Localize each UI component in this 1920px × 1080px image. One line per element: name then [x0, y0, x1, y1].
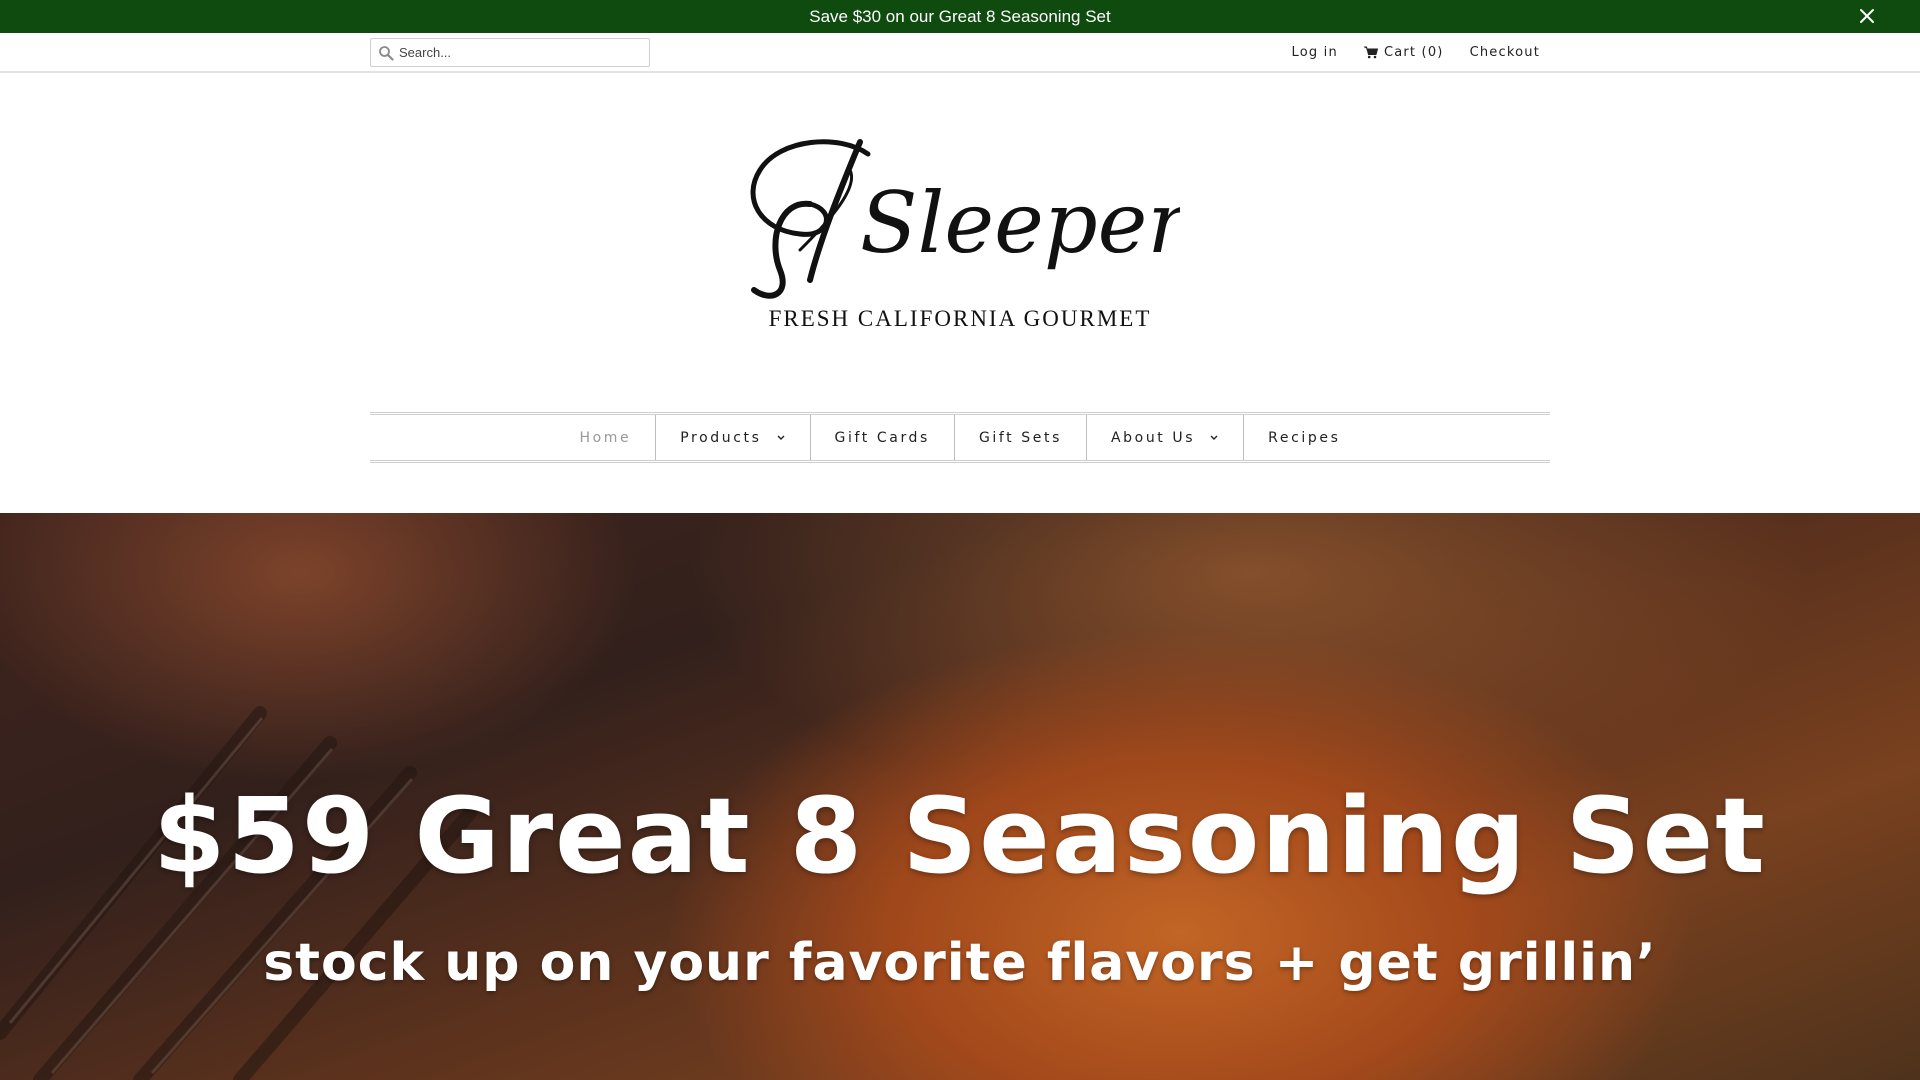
main-nav: Home Products Gift Cards Gift Sets About…: [370, 412, 1550, 463]
nav-item-label: Gift Cards: [834, 429, 930, 446]
nav-item-label: Products: [680, 429, 762, 446]
chevron-down-icon: [1210, 435, 1218, 440]
hero-title: $59 Great 8 Seasoning Set: [153, 775, 1767, 897]
logo-script-text: Sleepers: [860, 174, 1180, 272]
cart-link[interactable]: Cart (0): [1363, 44, 1444, 60]
nav-item-label: Home: [579, 429, 632, 446]
top-utility-bar: Log in Cart (0) Checkout: [0, 33, 1920, 73]
chevron-down-icon: [777, 435, 785, 440]
nav-item-label: Gift Sets: [978, 429, 1062, 446]
nav-item-recipes[interactable]: Recipes: [1244, 415, 1364, 460]
nav-item-home[interactable]: Home: [556, 415, 657, 460]
nav-item-label: Recipes: [1268, 429, 1341, 446]
search-box[interactable]: [370, 38, 650, 67]
close-icon[interactable]: [1856, 5, 1878, 27]
cart-icon: [1363, 46, 1378, 59]
announcement-text[interactable]: Save $30 on our Great 8 Seasoning Set: [809, 7, 1110, 27]
nav-item-products[interactable]: Products: [656, 415, 811, 460]
search-input[interactable]: [399, 45, 649, 60]
logo-script: Sleepers: [750, 139, 1180, 299]
site-logo[interactable]: Sleepers FRESH CALIFORNIA GOURMET: [740, 130, 1180, 340]
cart-label: Cart (0): [1383, 44, 1444, 60]
hero-banner[interactable]: $59 Great 8 Seasoning Set stock up on yo…: [0, 513, 1920, 1080]
nav-item-about-us[interactable]: About Us: [1087, 415, 1245, 460]
announcement-bar: Save $30 on our Great 8 Seasoning Set: [0, 0, 1920, 33]
login-link[interactable]: Log in: [1292, 45, 1338, 60]
nav-item-label: About Us: [1110, 429, 1196, 446]
nav-item-gift-cards[interactable]: Gift Cards: [811, 415, 955, 460]
nav-item-gift-sets[interactable]: Gift Sets: [955, 415, 1087, 460]
account-links: Log in Cart (0) Checkout: [1292, 33, 1540, 71]
search-icon: [378, 45, 394, 61]
checkout-link[interactable]: Checkout: [1470, 45, 1540, 60]
logo-tagline: FRESH CALIFORNIA GOURMET: [768, 306, 1152, 331]
hero-subtitle: stock up on your favorite flavors + get …: [263, 933, 1657, 993]
